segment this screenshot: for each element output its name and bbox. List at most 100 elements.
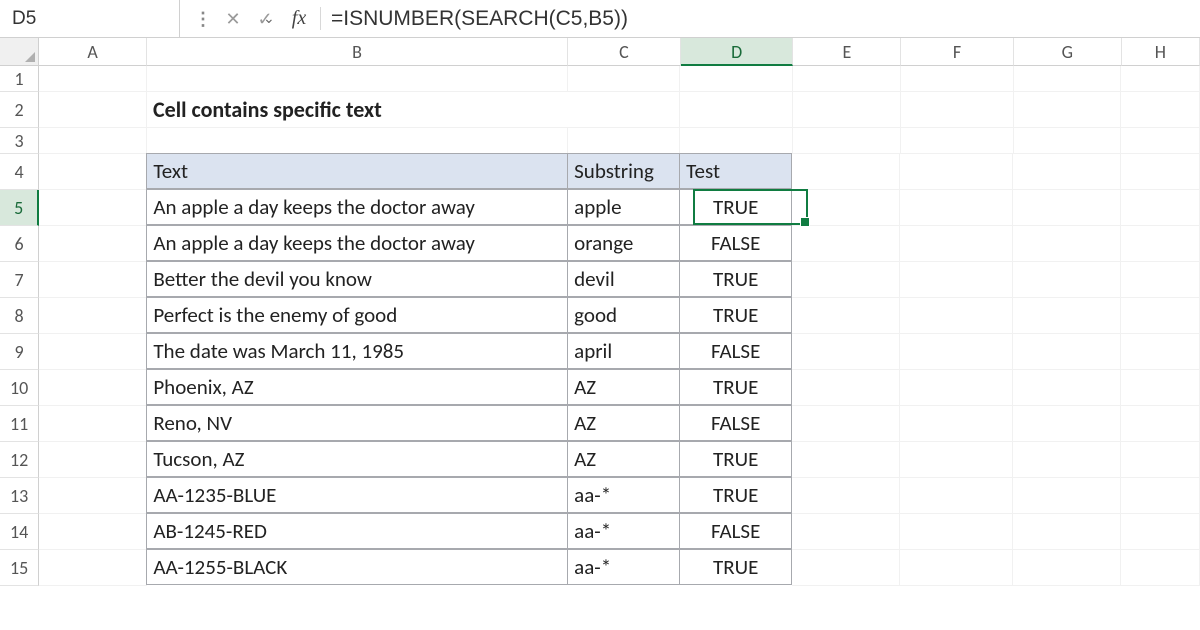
cell-substring[interactable]: apple	[567, 189, 680, 225]
cell[interactable]	[1121, 442, 1200, 478]
cell[interactable]	[901, 92, 1014, 128]
cell-substring[interactable]: AZ	[567, 441, 680, 477]
row-header[interactable]: 10	[0, 370, 39, 406]
cell[interactable]	[39, 262, 147, 298]
cell-text[interactable]: AA-1235-BLUE	[146, 477, 568, 513]
cell[interactable]	[568, 128, 681, 154]
row-header[interactable]: 11	[0, 406, 39, 442]
cell[interactable]	[1121, 92, 1200, 128]
cell-test[interactable]: FALSE	[679, 225, 792, 261]
cell[interactable]	[1121, 262, 1200, 298]
cell[interactable]	[901, 128, 1014, 154]
cell-test[interactable]: FALSE	[679, 513, 792, 549]
table-header-substring[interactable]: Substring	[567, 153, 680, 189]
row-header[interactable]: 6	[0, 226, 39, 262]
cell[interactable]	[900, 514, 1013, 550]
select-all-corner[interactable]	[0, 38, 39, 66]
cell[interactable]	[680, 128, 793, 154]
cell-substring[interactable]: AZ	[567, 405, 680, 441]
cell[interactable]	[1013, 154, 1121, 190]
cell[interactable]	[792, 442, 900, 478]
cell[interactable]	[900, 406, 1013, 442]
cell[interactable]	[900, 550, 1013, 586]
cell-substring[interactable]: aa-*	[567, 549, 680, 585]
cell-test[interactable]: TRUE	[679, 369, 792, 405]
cell[interactable]	[900, 262, 1013, 298]
cell[interactable]	[39, 66, 147, 92]
cell[interactable]	[792, 550, 900, 586]
cell[interactable]	[1013, 226, 1121, 262]
col-header[interactable]: H	[1122, 38, 1200, 66]
cell[interactable]	[792, 190, 900, 226]
row-header[interactable]: 8	[0, 298, 39, 334]
cell-test[interactable]: TRUE	[679, 189, 792, 225]
cell[interactable]	[147, 128, 568, 154]
cell[interactable]	[1121, 514, 1200, 550]
cell[interactable]	[792, 370, 900, 406]
cell-substring[interactable]: aa-*	[567, 513, 680, 549]
cell[interactable]	[39, 478, 147, 514]
cell[interactable]	[39, 298, 147, 334]
cell[interactable]: Cell contains specific text	[147, 92, 568, 128]
cell-test[interactable]: TRUE	[679, 261, 792, 297]
cell[interactable]	[900, 334, 1013, 370]
cell-text[interactable]: An apple a day keeps the doctor away	[146, 225, 568, 261]
row-header[interactable]: 9	[0, 334, 39, 370]
cell[interactable]	[900, 226, 1013, 262]
cell[interactable]	[792, 514, 900, 550]
cell[interactable]	[1014, 92, 1122, 128]
cell-substring[interactable]: april	[567, 333, 680, 369]
cell[interactable]	[39, 92, 147, 128]
cell-text[interactable]: An apple a day keeps the doctor away	[146, 189, 568, 225]
cell[interactable]	[39, 334, 147, 370]
cell[interactable]	[792, 154, 900, 190]
cell[interactable]	[1121, 478, 1200, 514]
cell-text[interactable]: The date was March 11, 1985	[146, 333, 568, 369]
cell-text[interactable]: Tucson, AZ	[146, 441, 568, 477]
cell[interactable]	[792, 406, 900, 442]
row-header[interactable]: 14	[0, 514, 39, 550]
cell[interactable]	[568, 92, 681, 128]
row-header[interactable]: 2	[0, 92, 39, 128]
col-header[interactable]: E	[793, 38, 901, 66]
cell[interactable]	[39, 190, 147, 226]
cell[interactable]	[39, 514, 147, 550]
cell[interactable]	[793, 92, 901, 128]
cell[interactable]	[1013, 334, 1121, 370]
cell[interactable]	[1121, 226, 1200, 262]
cell[interactable]	[900, 370, 1013, 406]
cell[interactable]	[680, 66, 793, 92]
cell[interactable]	[792, 262, 900, 298]
cell[interactable]	[900, 154, 1013, 190]
row-header[interactable]: 13	[0, 478, 39, 514]
fx-icon[interactable]: fx	[286, 7, 312, 30]
formula-input[interactable]	[321, 7, 1200, 31]
confirm-icon[interactable]: ✓	[254, 8, 276, 30]
col-header[interactable]: G	[1014, 38, 1122, 66]
cell[interactable]	[792, 226, 900, 262]
cell[interactable]	[1013, 442, 1121, 478]
cell-text[interactable]: Phoenix, AZ	[146, 369, 568, 405]
cell[interactable]	[1014, 128, 1122, 154]
col-header[interactable]: D	[681, 38, 794, 66]
cell[interactable]	[39, 442, 147, 478]
cell[interactable]	[900, 478, 1013, 514]
cell-text[interactable]: Better the devil you know	[146, 261, 568, 297]
cell-substring[interactable]: good	[567, 297, 680, 333]
cell-test[interactable]: FALSE	[679, 333, 792, 369]
row-header[interactable]: 7	[0, 262, 39, 298]
cell[interactable]	[1013, 190, 1121, 226]
cell[interactable]	[1013, 370, 1121, 406]
cell[interactable]	[1014, 66, 1122, 92]
cell-text[interactable]: Perfect is the enemy of good	[146, 297, 568, 333]
cell-test[interactable]: TRUE	[679, 477, 792, 513]
cell[interactable]	[1121, 370, 1200, 406]
cell[interactable]	[1121, 66, 1200, 92]
row-header[interactable]: 4	[0, 154, 39, 190]
row-header[interactable]: 5	[0, 190, 39, 226]
cell[interactable]	[1121, 298, 1200, 334]
cell[interactable]	[39, 154, 147, 190]
cell-substring[interactable]: devil	[567, 261, 680, 297]
cell[interactable]	[793, 128, 901, 154]
cell-substring[interactable]: AZ	[567, 369, 680, 405]
